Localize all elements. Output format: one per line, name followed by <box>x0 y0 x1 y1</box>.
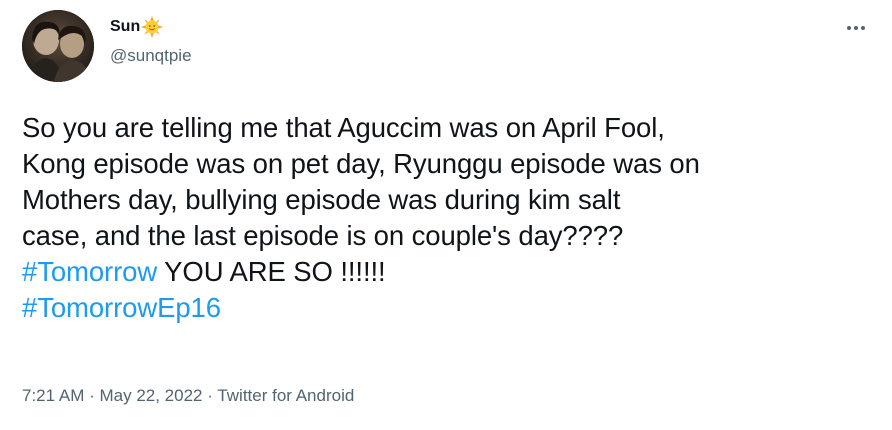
name-row: Sun <box>110 15 192 39</box>
meta-separator: · <box>84 386 100 405</box>
hashtag-link-tomorrowep16[interactable]: #TomorrowEp16 <box>22 292 221 323</box>
tweet-source[interactable]: Twitter for Android <box>217 386 354 405</box>
tweet-text: So you are telling me that Aguccim was o… <box>22 110 882 326</box>
tweet-line: case, and the last episode is on couple'… <box>22 220 624 251</box>
tweet-line-hashtag: #TomorrowEp16 <box>22 290 882 326</box>
tweet-line: So you are telling me that Aguccim was o… <box>22 112 665 143</box>
sun-with-face-icon <box>141 16 164 38</box>
tweet-line-hashtag: #Tomorrow YOU ARE SO !!!!!! <box>22 254 882 290</box>
tweet-line: Kong episode was on pet day, Ryunggu epi… <box>22 148 700 179</box>
more-dot <box>854 26 858 30</box>
tweet-time[interactable]: 7:21 AM <box>22 386 84 405</box>
more-dot <box>861 26 865 30</box>
avatar[interactable] <box>22 10 94 82</box>
display-name[interactable]: Sun <box>110 18 140 36</box>
tweet-header: Sun @sunqtpie <box>110 15 192 66</box>
tweet-card: Sun @sunqtpie So you are telling me that… <box>0 0 892 430</box>
tweet-line: Mothers day, bullying episode was during… <box>22 184 621 215</box>
more-options-button[interactable] <box>842 18 870 38</box>
tweet-text-fragment: YOU ARE SO !!!!!! <box>157 256 386 287</box>
more-horizontal-icon <box>847 26 851 30</box>
user-handle[interactable]: @sunqtpie <box>110 46 192 66</box>
hashtag-link-tomorrow[interactable]: #Tomorrow <box>22 256 157 287</box>
tweet-meta: 7:21 AM · May 22, 2022 · Twitter for And… <box>22 386 354 406</box>
tweet-date[interactable]: May 22, 2022 <box>99 386 202 405</box>
meta-separator: · <box>202 386 218 405</box>
avatar-photo <box>22 10 94 82</box>
